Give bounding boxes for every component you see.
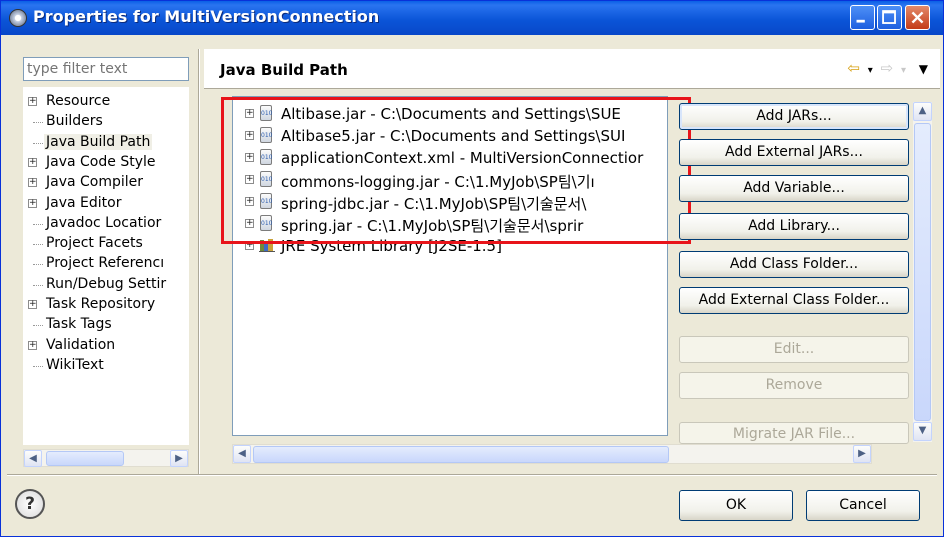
scroll-down-icon[interactable]: ▼ <box>913 422 932 441</box>
tree-item-label: Builders <box>46 113 103 130</box>
forward-arrow-icon[interactable]: ⇨ <box>881 59 894 77</box>
tree-item-label: Validation <box>46 336 116 353</box>
tree-item-label: Project Facets <box>46 235 143 252</box>
scroll-right-icon[interactable]: ▶ <box>170 450 188 467</box>
scroll-thumb[interactable] <box>46 451 124 466</box>
panel-divider[interactable] <box>198 49 200 474</box>
add-external-class-folder-button[interactable]: Add External Class Folder... <box>679 287 909 314</box>
minimize-button[interactable] <box>850 5 875 30</box>
tree-connector <box>33 284 43 286</box>
tree-connector <box>33 223 43 225</box>
add-external-jars-button[interactable]: Add External JARs... <box>679 139 909 166</box>
scroll-right-icon[interactable]: ▶ <box>853 445 871 463</box>
tree-item-label: Run/Debug Settir <box>46 275 167 292</box>
tree-item-label: Javadoc Locatior <box>46 214 162 231</box>
scroll-thumb[interactable] <box>914 123 931 421</box>
tree-connector <box>33 325 43 327</box>
tree-item-label: Resource <box>46 93 111 109</box>
cancel-button[interactable]: Cancel <box>806 490 920 521</box>
remove-button[interactable]: Remove <box>679 372 909 399</box>
page-title: Java Build Path <box>220 61 348 79</box>
tree-connector <box>33 142 43 144</box>
property-page-tree[interactable]: + Resource Builders Java Build Path + Java Co… <box>23 87 189 445</box>
scroll-left-icon[interactable]: ◀ <box>24 450 42 467</box>
tree-item-label: Task Repository <box>46 296 156 312</box>
page-header: Java Build Path ⇦ ▾ ⇨ ▾ ▼ <box>204 49 940 89</box>
tree-connector <box>33 244 43 246</box>
forward-dropdown-icon[interactable]: ▾ <box>901 65 906 76</box>
scroll-left-icon[interactable]: ◀ <box>233 445 251 463</box>
tree-connector <box>33 122 43 124</box>
tree-connector <box>33 365 43 367</box>
tree-item-label: Java Editor <box>46 194 122 211</box>
tree-item-label: WikiText <box>46 356 104 373</box>
scroll-thumb[interactable] <box>253 446 669 463</box>
libraries-horizontal-scrollbar[interactable]: ◀ ▶ <box>232 444 872 464</box>
view-menu-icon[interactable]: ▼ <box>919 62 928 76</box>
back-dropdown-icon[interactable]: ▾ <box>868 65 873 76</box>
tree-item-label: Java Build Path <box>44 133 153 150</box>
filter-input[interactable] <box>23 57 189 81</box>
add-jars-button[interactable]: Add JARs... <box>679 103 909 130</box>
help-icon[interactable]: ? <box>15 489 45 519</box>
window-title: Properties for MultiVersionConnection <box>33 7 380 26</box>
minimize-icon <box>856 19 865 23</box>
tree-item-label: Java Compiler <box>46 174 144 191</box>
footer-separator <box>7 474 937 476</box>
navigation-arrows: ⇦ ▾ ⇨ ▾ ▼ <box>844 59 928 77</box>
expand-icon[interactable]: + <box>28 97 37 106</box>
close-icon <box>911 11 924 24</box>
scroll-up-icon[interactable]: ▲ <box>913 102 932 121</box>
maximize-button[interactable] <box>877 5 902 30</box>
left-horizontal-scrollbar[interactable]: ◀ ▶ <box>23 449 189 467</box>
properties-dialog: Properties for MultiVersionConnection + R… <box>0 0 944 537</box>
expand-icon[interactable]: + <box>28 157 37 167</box>
tree-connector <box>33 264 43 266</box>
expand-icon[interactable]: + <box>28 300 37 309</box>
highlight-annotation <box>221 97 691 244</box>
add-class-folder-button[interactable]: Add Class Folder... <box>679 251 909 278</box>
ok-button[interactable]: OK <box>679 490 793 521</box>
gear-icon <box>9 9 27 27</box>
migrate-jar-button[interactable]: Migrate JAR File... <box>679 422 909 444</box>
tree-item-label: Java Code Style <box>46 153 156 170</box>
add-library-button[interactable]: Add Library... <box>679 213 909 240</box>
edit-button[interactable]: Edit... <box>679 336 909 363</box>
libraries-vertical-scrollbar[interactable]: ▲ ▼ <box>913 102 932 442</box>
expand-icon[interactable]: + <box>28 340 37 350</box>
maximize-icon <box>882 10 896 24</box>
tree-item-label: Project Referencı <box>46 255 165 272</box>
tree-item-label: Task Tags <box>46 316 112 333</box>
expand-icon[interactable]: + <box>28 178 37 188</box>
close-button[interactable] <box>905 5 930 30</box>
back-arrow-icon[interactable]: ⇦ <box>847 59 860 77</box>
title-bar[interactable]: Properties for MultiVersionConnection <box>1 1 943 35</box>
expand-icon[interactable]: + <box>28 198 37 208</box>
add-variable-button[interactable]: Add Variable... <box>679 175 909 202</box>
